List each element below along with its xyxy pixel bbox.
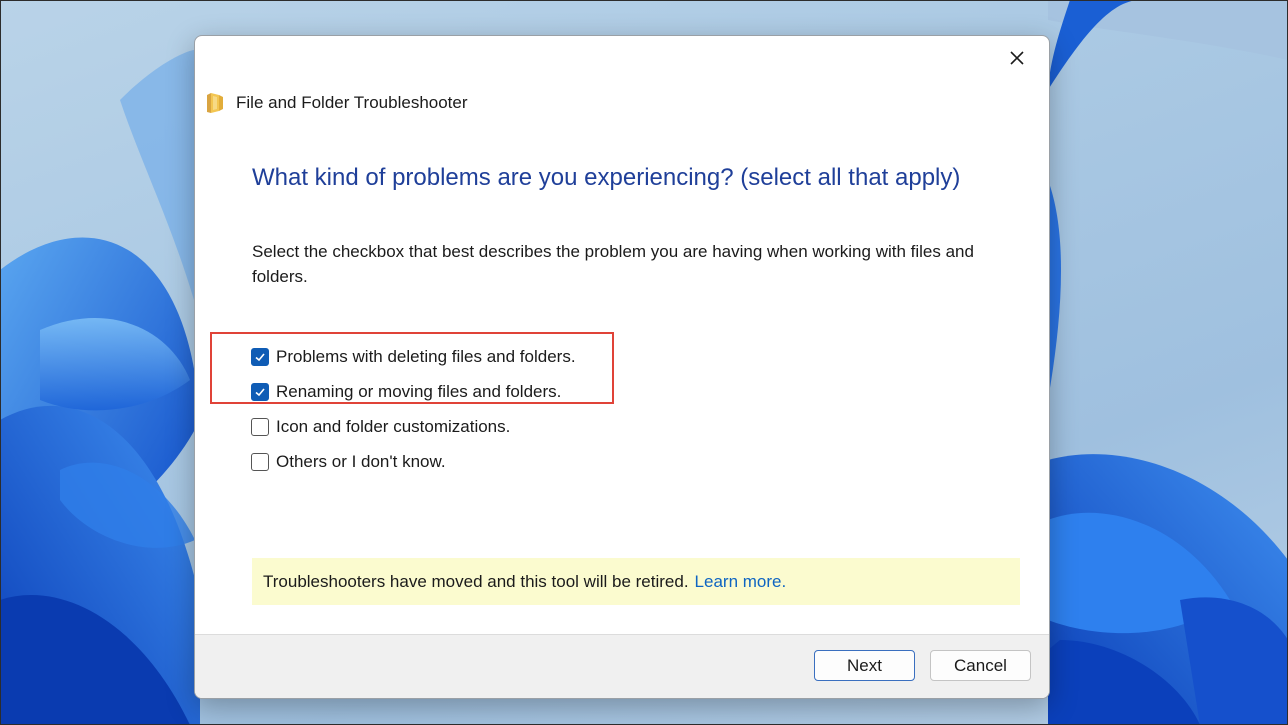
learn-more-link[interactable]: Learn more. (695, 572, 787, 592)
option-label: Others or I don't know. (276, 452, 446, 471)
checkmark-icon (255, 353, 265, 362)
window-title: File and Folder Troubleshooter (236, 93, 468, 112)
troubleshooter-dialog: File and Folder Troubleshooter What kind… (194, 35, 1050, 699)
page-description: Select the checkbox that best describes … (252, 242, 974, 286)
checkbox-renaming-moving[interactable] (251, 383, 269, 401)
option-icon-customizations[interactable]: Icon and folder customizations. (251, 417, 510, 437)
option-label: Problems with deleting files and folders… (276, 347, 576, 366)
folder-icon (207, 93, 223, 113)
page-heading: What kind of problems are you experienci… (252, 164, 961, 191)
checkmark-icon (255, 388, 265, 397)
close-icon (1010, 51, 1024, 65)
desktop: File and Folder Troubleshooter What kind… (0, 0, 1288, 725)
checkbox-others[interactable] (251, 453, 269, 471)
checkbox-deleting-files[interactable] (251, 348, 269, 366)
dialog-footer: Next Cancel (195, 634, 1049, 698)
checkbox-icon-customizations[interactable] (251, 418, 269, 436)
cancel-button[interactable]: Cancel (930, 650, 1031, 681)
option-renaming-moving[interactable]: Renaming or moving files and folders. (251, 382, 561, 402)
option-others[interactable]: Others or I don't know. (251, 452, 446, 472)
title-bar: File and Folder Troubleshooter (205, 91, 468, 115)
option-label: Renaming or moving files and folders. (276, 382, 562, 401)
option-deleting-files[interactable]: Problems with deleting files and folders… (251, 347, 576, 367)
option-label: Icon and folder customizations. (276, 417, 511, 436)
notice-text: Troubleshooters have moved and this tool… (263, 571, 689, 591)
close-button[interactable] (997, 42, 1037, 74)
next-button[interactable]: Next (814, 650, 915, 681)
retirement-notice: Troubleshooters have moved and this tool… (252, 558, 1020, 605)
